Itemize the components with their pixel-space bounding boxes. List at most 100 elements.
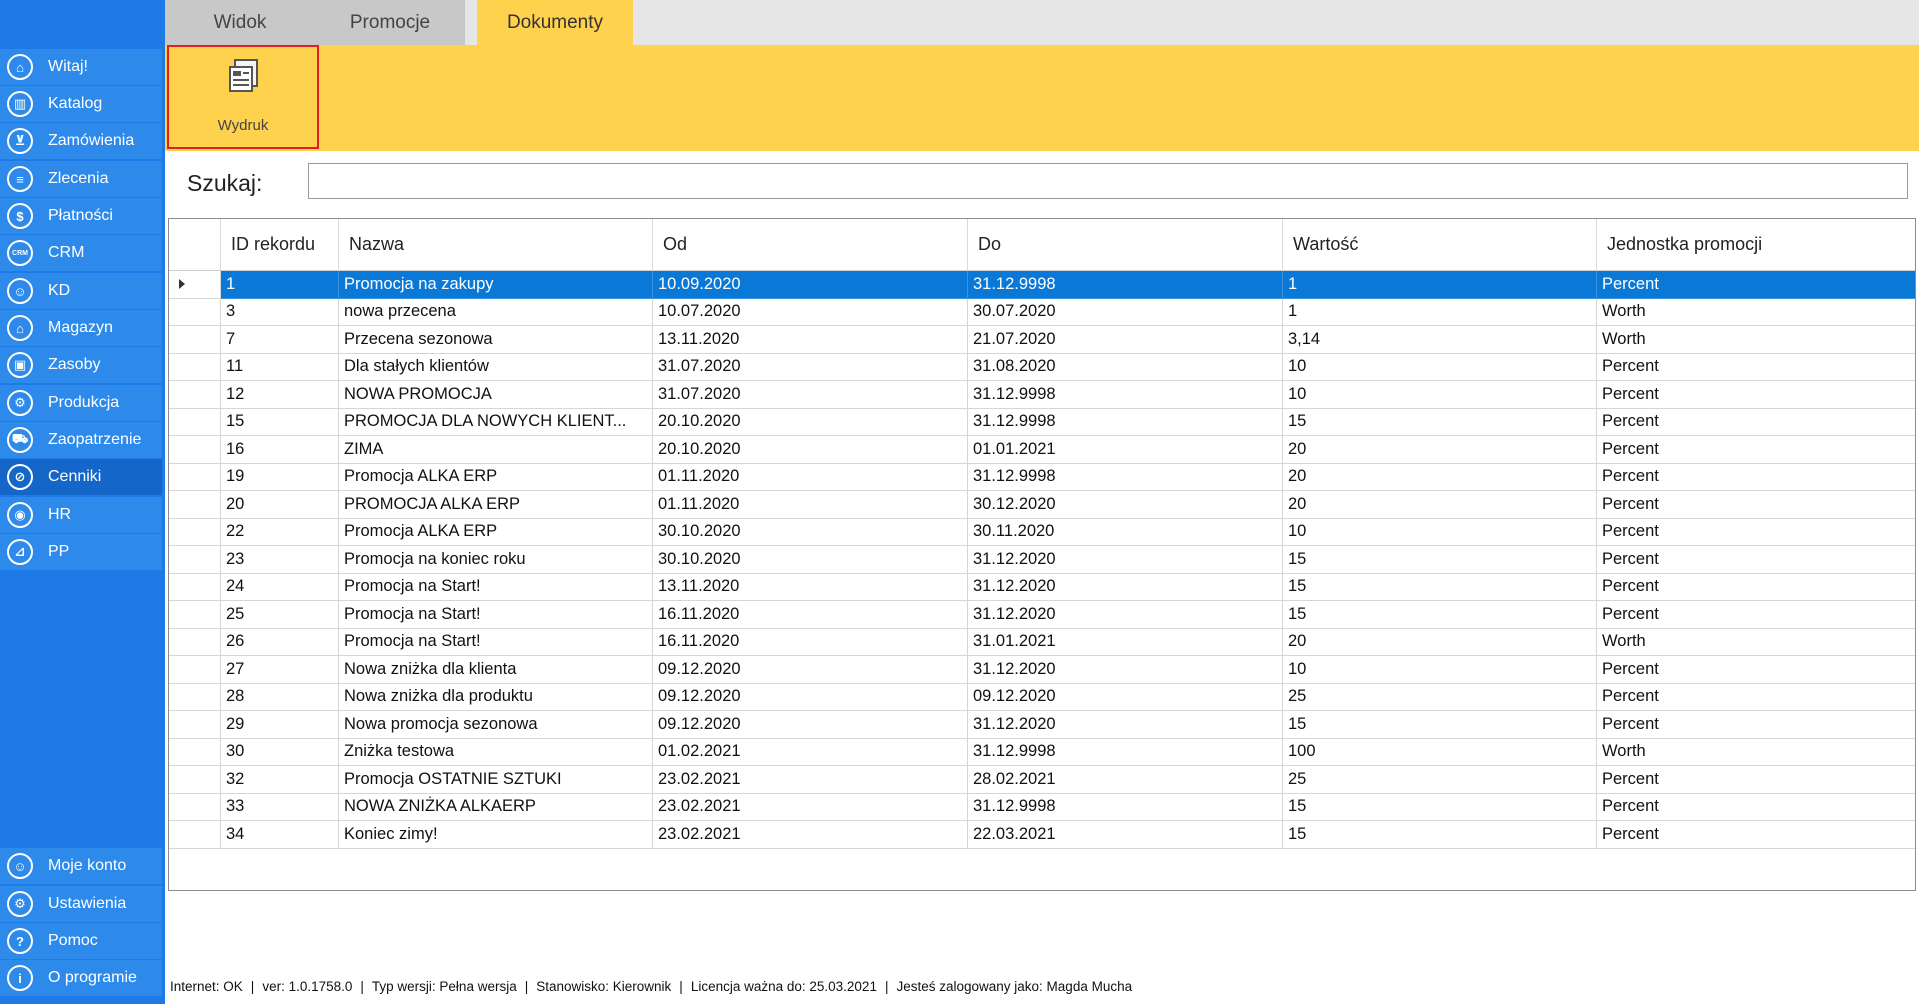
cell-do[interactable]: 09.12.2020 bbox=[968, 683, 1283, 711]
table-row[interactable]: 12 NOWA PROMOCJA 31.07.2020 31.12.9998 10 Per… bbox=[169, 381, 1915, 409]
table-row[interactable]: 25 Promocja na Start! 16.11.2020 31.12.2020… bbox=[169, 601, 1915, 629]
cell-nazwa[interactable]: Promocja na Start! bbox=[339, 601, 653, 629]
cell-jednostka[interactable]: Percent bbox=[1597, 271, 1915, 299]
cell-jednostka[interactable]: Percent bbox=[1597, 794, 1915, 821]
cell-nazwa[interactable]: ZIMA bbox=[339, 436, 653, 464]
sidebar-item-o-programie[interactable]: i O programie bbox=[0, 960, 162, 996]
row-header[interactable] bbox=[169, 298, 221, 326]
cell-od[interactable]: 10.09.2020 bbox=[653, 271, 968, 299]
table-row[interactable]: 19 Promocja ALKA ERP 01.11.2020 31.12.9998 2… bbox=[169, 463, 1915, 491]
cell-do[interactable]: 31.12.2020 bbox=[968, 546, 1283, 574]
row-header[interactable] bbox=[169, 601, 221, 629]
cell-do[interactable]: 22.03.2021 bbox=[968, 821, 1283, 849]
cell-wartosc[interactable]: 15 bbox=[1283, 711, 1597, 739]
cell-do[interactable]: 31.08.2020 bbox=[968, 353, 1283, 381]
cell-jednostka[interactable]: Percent bbox=[1597, 491, 1915, 519]
cell-jednostka[interactable]: Worth bbox=[1597, 326, 1915, 354]
cell-do[interactable]: 30.07.2020 bbox=[968, 298, 1283, 326]
row-header[interactable] bbox=[169, 793, 221, 821]
cell-od[interactable]: 01.11.2020 bbox=[653, 463, 968, 491]
sidebar-item-zasoby[interactable]: ▣ Zasoby bbox=[0, 347, 162, 383]
table-row[interactable]: 24 Promocja na Start! 13.11.2020 31.12.2020… bbox=[169, 573, 1915, 601]
cell-nazwa[interactable]: Promocja na Start! bbox=[339, 628, 653, 656]
sidebar-item-katalog[interactable]: ▥ Katalog bbox=[0, 86, 162, 122]
cell-id[interactable]: 12 bbox=[221, 381, 339, 409]
cell-id[interactable]: 23 bbox=[221, 546, 339, 574]
cell-id[interactable]: 22 bbox=[221, 518, 339, 546]
cell-nazwa[interactable]: Przecena sezonowa bbox=[339, 326, 653, 354]
sidebar-item-platnosci[interactable]: $ Płatności bbox=[0, 198, 162, 234]
row-header[interactable] bbox=[169, 491, 221, 519]
cell-id[interactable]: 7 bbox=[221, 326, 339, 354]
cell-id[interactable]: 1 bbox=[221, 271, 339, 299]
column-header-do[interactable]: Do bbox=[968, 219, 1283, 271]
row-header[interactable] bbox=[169, 766, 221, 794]
cell-id[interactable]: 30 bbox=[221, 738, 339, 766]
cell-od[interactable]: 16.11.2020 bbox=[653, 628, 968, 656]
cell-wartosc[interactable]: 15 bbox=[1283, 793, 1597, 821]
cell-id[interactable]: 34 bbox=[221, 821, 339, 849]
cell-wartosc[interactable]: 15 bbox=[1283, 821, 1597, 849]
cell-nazwa[interactable]: Promocja ALKA ERP bbox=[339, 463, 653, 491]
cell-wartosc[interactable]: 25 bbox=[1283, 683, 1597, 711]
sidebar-item-crm[interactable]: CRM CRM bbox=[0, 235, 162, 271]
tab-promocje[interactable]: Promocje bbox=[315, 0, 465, 45]
cell-nazwa[interactable]: PROMOCJA DLA NOWYCH KLIENT... bbox=[339, 408, 653, 436]
cell-nazwa[interactable]: Promocja na koniec roku bbox=[339, 546, 653, 574]
cell-do[interactable]: 31.12.2020 bbox=[968, 601, 1283, 629]
row-header[interactable] bbox=[169, 463, 221, 491]
cell-do[interactable]: 31.12.9998 bbox=[968, 408, 1283, 436]
row-header[interactable] bbox=[169, 683, 221, 711]
row-header[interactable] bbox=[169, 271, 221, 299]
row-header[interactable] bbox=[169, 326, 221, 354]
table-row[interactable]: 16 ZIMA 20.10.2020 01.01.2021 20 Percent bbox=[169, 436, 1915, 464]
cell-wartosc[interactable]: 10 bbox=[1283, 518, 1597, 546]
column-header-nazwa[interactable]: Nazwa bbox=[339, 219, 653, 271]
row-header[interactable] bbox=[169, 628, 221, 656]
cell-nazwa[interactable]: Zniżka testowa bbox=[339, 738, 653, 766]
cell-id[interactable]: 27 bbox=[221, 656, 339, 684]
cell-od[interactable]: 23.02.2021 bbox=[653, 793, 968, 821]
cell-jednostka[interactable]: Percent bbox=[1597, 821, 1915, 849]
cell-od[interactable]: 01.02.2021 bbox=[653, 738, 968, 766]
cell-wartosc[interactable]: 1 bbox=[1283, 271, 1597, 299]
cell-od[interactable]: 09.12.2020 bbox=[653, 711, 968, 739]
sidebar-item-moje-konto[interactable]: ☺ Moje konto bbox=[0, 848, 162, 884]
column-header-wartosc[interactable]: Wartość bbox=[1283, 219, 1597, 271]
column-header-id[interactable]: ID rekordu bbox=[221, 219, 339, 271]
table-row[interactable]: 1 Promocja na zakupy 10.09.2020 31.12.9998 1… bbox=[169, 271, 1915, 299]
cell-nazwa[interactable]: Nowa zniżka dla produktu bbox=[339, 683, 653, 711]
column-header-jednostka[interactable]: Jednostka promocji bbox=[1597, 219, 1915, 271]
cell-wartosc[interactable]: 20 bbox=[1283, 436, 1597, 464]
cell-od[interactable]: 13.11.2020 bbox=[653, 573, 968, 601]
row-header[interactable] bbox=[169, 656, 221, 684]
cell-nazwa[interactable]: Dla stałych klientów bbox=[339, 353, 653, 381]
sidebar-item-hr[interactable]: ◉ HR bbox=[0, 497, 162, 533]
cell-wartosc[interactable]: 10 bbox=[1283, 381, 1597, 409]
cell-nazwa[interactable]: Koniec zimy! bbox=[339, 821, 653, 849]
cell-wartosc[interactable]: 10 bbox=[1283, 656, 1597, 684]
cell-id[interactable]: 16 bbox=[221, 436, 339, 464]
cell-jednostka[interactable]: Percent bbox=[1597, 766, 1915, 794]
cell-id[interactable]: 20 bbox=[221, 491, 339, 519]
cell-wartosc[interactable]: 1 bbox=[1283, 298, 1597, 326]
cell-do[interactable]: 31.12.9998 bbox=[968, 381, 1283, 409]
cell-do[interactable]: 21.07.2020 bbox=[968, 326, 1283, 354]
column-header-od[interactable]: Od bbox=[653, 219, 968, 271]
row-header[interactable] bbox=[169, 573, 221, 601]
cell-wartosc[interactable]: 15 bbox=[1283, 408, 1597, 436]
sidebar-item-pp[interactable]: ⊿ PP bbox=[0, 534, 162, 570]
tab-dokumenty[interactable]: Dokumenty bbox=[477, 0, 633, 45]
cell-jednostka[interactable]: Percent bbox=[1597, 656, 1915, 684]
cell-do[interactable]: 28.02.2021 bbox=[968, 766, 1283, 794]
row-header[interactable] bbox=[169, 711, 221, 739]
row-header[interactable] bbox=[169, 353, 221, 381]
cell-do[interactable]: 31.12.2020 bbox=[968, 711, 1283, 739]
cell-id[interactable]: 25 bbox=[221, 601, 339, 629]
cell-jednostka[interactable]: Worth bbox=[1597, 299, 1915, 326]
tab-widok[interactable]: Widok bbox=[165, 0, 315, 45]
cell-jednostka[interactable]: Percent bbox=[1597, 464, 1915, 491]
table-row[interactable]: 29 Nowa promocja sezonowa 09.12.2020 31.12.… bbox=[169, 711, 1915, 739]
cell-jednostka[interactable]: Percent bbox=[1597, 519, 1915, 546]
sidebar-item-zlecenia[interactable]: ≡ Zlecenia bbox=[0, 161, 162, 197]
